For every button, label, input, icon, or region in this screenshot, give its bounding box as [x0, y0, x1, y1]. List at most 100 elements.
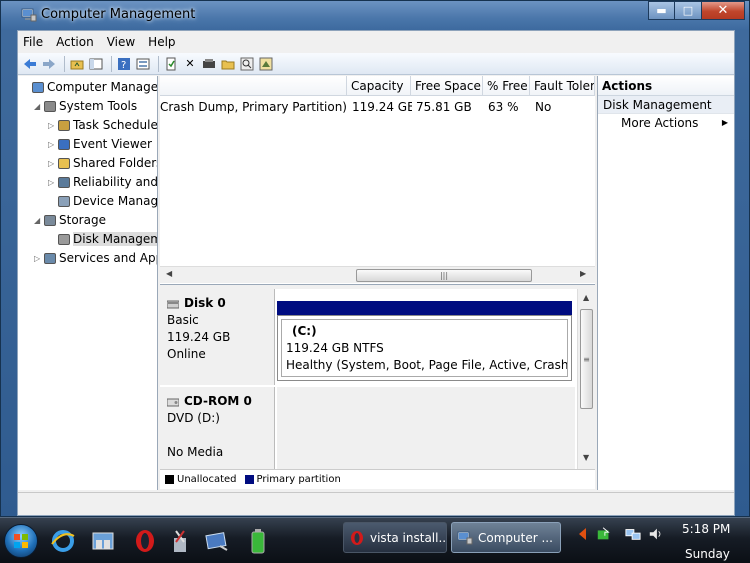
- show-hide-tree-icon[interactable]: [88, 56, 104, 72]
- volume-percent-free-cell[interactable]: 63 %: [486, 98, 531, 116]
- toolbar-separator: [64, 55, 65, 72]
- battery-icon[interactable]: [243, 526, 273, 556]
- start-button[interactable]: [4, 524, 38, 558]
- taskbar-button-vista-install[interactable]: vista install...: [343, 522, 447, 553]
- column-header-percent-free[interactable]: % Free: [483, 76, 530, 96]
- minimize-button[interactable]: ▬: [648, 1, 675, 20]
- scrollbar-thumb[interactable]: |||: [356, 269, 532, 282]
- tree-item-reliability-and-pe[interactable]: ▷ Reliability and Pe: [48, 173, 157, 191]
- opera-icon[interactable]: [130, 526, 160, 556]
- tree-item-device-manager[interactable]: Device Manager: [48, 192, 157, 210]
- computer-icon: [32, 81, 44, 93]
- actions-section-disk-management[interactable]: Disk Management: [598, 96, 734, 114]
- tree-item-task-scheduler[interactable]: ▷ Task Scheduler: [48, 116, 157, 134]
- legend-primary-partition: Primary partition: [244, 474, 341, 485]
- taskbar-button-label: vista install...: [370, 530, 447, 545]
- title-bar[interactable]: Computer Management ▬ □ ✕: [1, 1, 749, 30]
- partition-legend: Unallocated Primary partition: [160, 469, 595, 489]
- scroll-down-arrow-icon[interactable]: ▼: [583, 453, 589, 462]
- search-icon[interactable]: [239, 56, 255, 72]
- tree-item-event-viewer[interactable]: ▷ Event Viewer: [48, 135, 152, 153]
- volume-list-horizontal-scrollbar[interactable]: ◀ ||| ▶: [160, 266, 595, 283]
- expand-icon[interactable]: ▷: [48, 159, 58, 168]
- menu-action[interactable]: Action: [56, 35, 94, 49]
- tree-item-system-tools[interactable]: ◢ System Tools: [34, 97, 137, 115]
- status-bar: [18, 492, 734, 515]
- scroll-up-arrow-icon[interactable]: ▲: [583, 293, 589, 302]
- internet-explorer-icon[interactable]: [48, 526, 78, 556]
- tools-icon: [44, 100, 56, 112]
- cdrom-0-type: DVD (D:): [167, 411, 220, 425]
- column-header-capacity[interactable]: Capacity: [347, 76, 411, 96]
- expand-icon[interactable]: ▷: [48, 140, 58, 149]
- tools-icon[interactable]: [165, 526, 195, 556]
- connect-icon[interactable]: [163, 56, 179, 72]
- expand-icon[interactable]: ▷: [34, 254, 44, 263]
- gauge-icon: [58, 176, 70, 188]
- collapse-icon[interactable]: ◢: [34, 102, 44, 111]
- up-folder-icon[interactable]: [69, 56, 85, 72]
- tree-item-label: Event Viewer: [73, 137, 152, 151]
- show-hidden-icons-icon[interactable]: [574, 526, 590, 542]
- tree-item-disk-manageme[interactable]: Disk Manageme: [48, 230, 157, 248]
- volume-capacity-cell[interactable]: 119.24 GB: [350, 98, 412, 116]
- disk-0-name: Disk 0: [184, 296, 226, 310]
- menu-file[interactable]: File: [23, 35, 43, 49]
- show-desktop-icon[interactable]: [88, 526, 118, 556]
- delete-icon[interactable]: ✕: [182, 56, 198, 72]
- back-arrow-icon[interactable]: [22, 56, 38, 72]
- column-header-free-space[interactable]: Free Space: [411, 76, 483, 96]
- storage-icon: [44, 214, 56, 226]
- help-icon[interactable]: ?: [116, 56, 132, 72]
- tree-item-storage[interactable]: ◢ Storage: [34, 211, 106, 229]
- taskbar-button-computer-management[interactable]: Computer ...: [451, 522, 561, 553]
- disk-view-vertical-scrollbar[interactable]: ▲ ≡ ▼: [577, 289, 595, 469]
- legend-label: Primary partition: [256, 474, 341, 485]
- expand-icon[interactable]: ▷: [48, 178, 58, 187]
- legend-swatch: [244, 475, 254, 484]
- taskbar: vista install... Computer ... 5:18 PM Su…: [0, 517, 750, 563]
- volume-list: Capacity Free Space % Free Fault Toler e…: [160, 76, 595, 285]
- forward-arrow-icon[interactable]: [41, 56, 57, 72]
- chevron-right-icon: ▶: [721, 118, 728, 127]
- disk-0-label[interactable]: Disk 0 Basic 119.24 GB Online: [160, 289, 275, 385]
- cdrom-0-label[interactable]: CD-ROM 0 DVD (D:) No Media: [160, 387, 275, 469]
- partition-c[interactable]: (C:) 119.24 GB NTFS Healthy (System, Boo…: [277, 315, 572, 381]
- network-icon[interactable]: [625, 526, 641, 542]
- properties-icon[interactable]: [135, 56, 151, 72]
- volume-status-cell[interactable]: e, Crash Dump, Primary Partition): [160, 98, 347, 116]
- tree-item-services-and-applic[interactable]: ▷ Services and Applic: [34, 249, 157, 267]
- cdrom-0-size: [167, 427, 267, 444]
- column-header-fault-tolerance[interactable]: Fault Toler: [530, 76, 595, 96]
- check-disk-icon[interactable]: [201, 56, 217, 72]
- disk-0-size: 119.24 GB: [167, 330, 231, 344]
- column-header-status[interactable]: [160, 76, 347, 96]
- clock-day[interactable]: Sunday: [685, 547, 730, 561]
- open-folder-icon[interactable]: [220, 56, 236, 72]
- menu-view[interactable]: View: [107, 35, 135, 49]
- expand-icon[interactable]: ▷: [48, 121, 58, 130]
- computer-management-icon: [21, 8, 37, 22]
- clock-time[interactable]: 5:18 PM: [682, 522, 730, 536]
- volume-icon[interactable]: [648, 526, 664, 542]
- legend-swatch: [165, 475, 174, 484]
- settings-icon[interactable]: [258, 56, 274, 72]
- menu-help[interactable]: Help: [148, 35, 175, 49]
- collapse-icon[interactable]: ◢: [34, 216, 44, 225]
- network-update-icon[interactable]: [596, 526, 612, 542]
- more-actions-item[interactable]: More Actions ▶: [598, 114, 734, 132]
- tree-item-label: Shared Folders: [73, 156, 158, 170]
- close-button[interactable]: ✕: [702, 1, 745, 20]
- scrollbar-thumb[interactable]: ≡: [580, 309, 593, 409]
- system-icon[interactable]: [202, 526, 232, 556]
- volume-free-space-cell[interactable]: 75.81 GB: [414, 98, 484, 116]
- scroll-right-arrow-icon[interactable]: ▶: [580, 269, 586, 278]
- disk-graphical-view: Disk 0 Basic 119.24 GB Online (C:) 119.2…: [160, 289, 595, 489]
- console-tree: Computer Manageme◢System Tools▷Task Sche…: [18, 76, 158, 490]
- volume-fault-tolerance-cell[interactable]: No: [533, 98, 593, 116]
- tree-item-shared-folders[interactable]: ▷ Shared Folders: [48, 154, 158, 172]
- maximize-button[interactable]: □: [675, 1, 702, 20]
- tree-item-computer-manageme[interactable]: Computer Manageme: [22, 78, 157, 96]
- scroll-left-arrow-icon[interactable]: ◀: [166, 269, 172, 278]
- svg-text:?: ?: [121, 60, 126, 71]
